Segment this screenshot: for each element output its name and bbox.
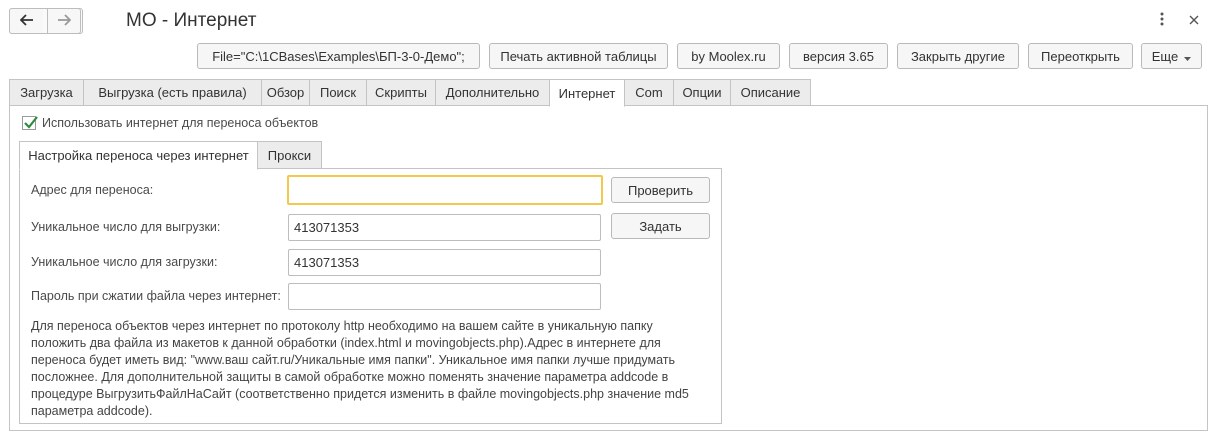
tab-com[interactable]: Com <box>624 79 674 106</box>
set-button[interactable]: Задать <box>611 213 710 239</box>
password-input[interactable] <box>288 283 601 310</box>
back-button[interactable] <box>9 8 43 34</box>
tab-vygruzka[interactable]: Выгрузка (есть правила) <box>83 79 262 106</box>
upload-number-input[interactable]: 413071353 <box>288 214 601 241</box>
close-icon[interactable] <box>1189 12 1199 28</box>
check-button[interactable]: Проверить <box>611 177 710 203</box>
description-text: Для переноса объектов через интернет по … <box>31 319 689 418</box>
upload-number-label: Уникальное число для выгрузки: <box>31 220 221 234</box>
close-others-button[interactable]: Закрыть другие <box>897 43 1019 69</box>
reopen-button[interactable]: Переоткрыть <box>1028 43 1133 69</box>
subtab-proxy[interactable]: Прокси <box>257 141 322 169</box>
more-button[interactable]: Еще <box>1141 43 1202 69</box>
dropdown-arrow-icon <box>1184 49 1192 64</box>
download-number-label: Уникальное число для загрузки: <box>31 255 218 269</box>
password-label: Пароль при сжатии файла через интернет: <box>31 289 281 303</box>
more-vertical-icon[interactable] <box>1160 12 1164 29</box>
tab-obzor[interactable]: Обзор <box>261 79 310 106</box>
arrow-left-icon <box>19 13 34 29</box>
file-path-button[interactable]: File="C:\1CBases\Examples\БП-3-0-Демо"; <box>197 43 480 69</box>
forward-button[interactable] <box>47 8 81 34</box>
tab-poisk[interactable]: Поиск <box>309 79 367 106</box>
more-button-label: Еще <box>1151 48 1179 64</box>
version-button[interactable]: версия 3.65 <box>789 43 888 69</box>
subtab-internet-settings[interactable]: Настройка переноса через интернет <box>19 141 258 170</box>
window-title: МО - Интернет <box>126 10 257 31</box>
checkmark-icon <box>24 116 38 129</box>
address-input[interactable] <box>287 175 603 205</box>
use-internet-checkbox[interactable] <box>22 116 38 130</box>
tab-opcii[interactable]: Опции <box>673 79 731 106</box>
by-moolex-button[interactable]: by Moolex.ru <box>677 43 780 69</box>
address-label: Адрес для переноса: <box>31 183 154 197</box>
tab-opisanie[interactable]: Описание <box>730 79 811 106</box>
tab-skripty[interactable]: Скрипты <box>366 79 436 106</box>
tab-internet[interactable]: Интернет <box>549 79 625 107</box>
download-number-input[interactable]: 413071353 <box>288 249 601 276</box>
arrow-right-icon <box>57 13 72 29</box>
use-internet-label[interactable]: Использовать интернет для переноса объек… <box>42 116 318 130</box>
print-table-button[interactable]: Печать активной таблицы <box>489 43 668 69</box>
tab-dopolnitelno[interactable]: Дополнительно <box>435 79 550 106</box>
tab-zagruzka[interactable]: Загрузка <box>9 79 84 106</box>
